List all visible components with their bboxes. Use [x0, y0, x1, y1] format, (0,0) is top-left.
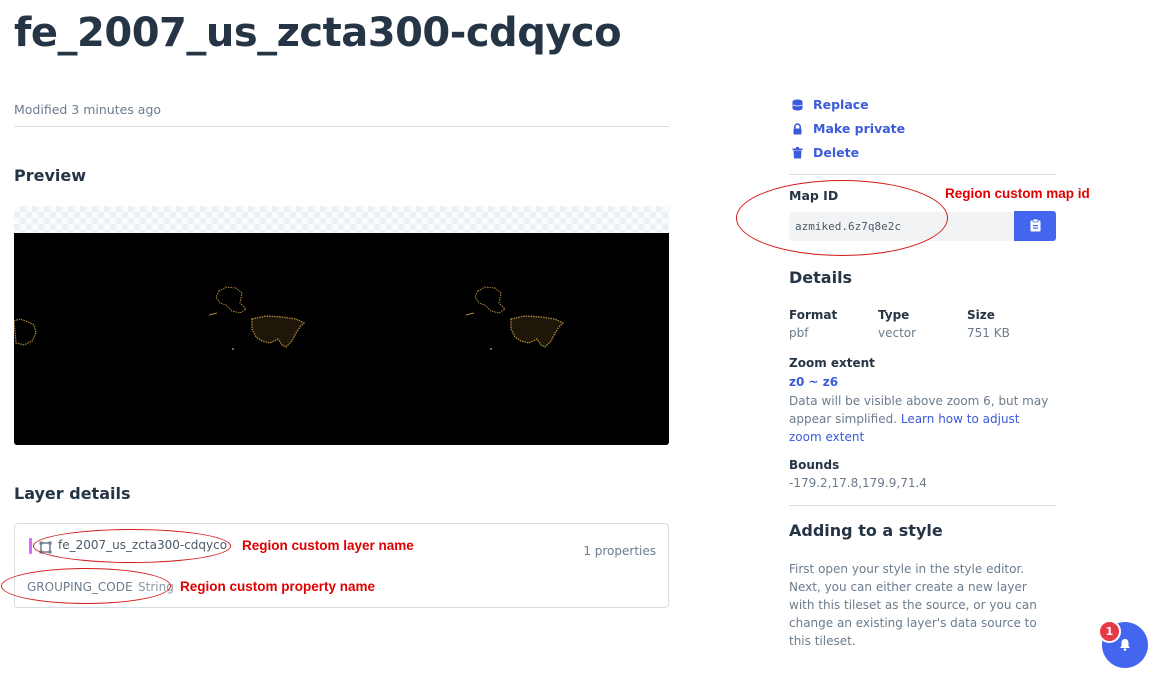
map-preview-graphic	[14, 286, 565, 350]
zoom-extent-value: z0 ~ z6	[789, 375, 839, 389]
adding-to-style-heading: Adding to a style	[789, 521, 943, 540]
page-title: fe_2007_us_zcta300-cdqyco	[14, 10, 622, 56]
divider	[789, 174, 1056, 175]
polygon-layer-icon	[39, 539, 52, 554]
adding-to-style-text: First open your style in the style edito…	[789, 562, 1037, 648]
delete-label: Delete	[813, 145, 860, 160]
trash-icon	[792, 146, 803, 159]
modified-timestamp: Modified 3 minutes ago	[14, 102, 162, 117]
annotation-map-id: Region custom map id	[945, 186, 1090, 201]
make-private-label: Make private	[813, 121, 906, 136]
layer-details-card: fe_2007_us_zcta300-cdqyco 1 properties G…	[14, 523, 669, 608]
layer-details-heading: Layer details	[14, 484, 131, 503]
replace-button[interactable]: Replace	[792, 97, 869, 112]
copy-map-id-button[interactable]	[1014, 211, 1056, 241]
type-value: vector	[878, 326, 917, 340]
layer-name[interactable]: fe_2007_us_zcta300-cdqyco	[58, 538, 227, 552]
map-preview[interactable]	[14, 233, 669, 445]
layer-color-swatch	[29, 538, 32, 554]
divider	[14, 126, 669, 127]
map-id-field[interactable]	[789, 212, 1014, 241]
format-label: Format	[789, 308, 838, 322]
lock-icon	[792, 122, 803, 135]
preview-transparency-strip	[14, 206, 669, 233]
properties-count: 1 properties	[583, 544, 656, 558]
size-value: 751 KB	[967, 326, 1010, 340]
preview-heading: Preview	[14, 166, 87, 185]
format-value: pbf	[789, 326, 809, 340]
property-type: String	[138, 580, 174, 594]
notification-count-badge: 1	[1098, 620, 1121, 643]
bounds-value: -179.2,17.8,179.9,71.4	[789, 476, 927, 490]
annotation-layer-name: Region custom layer name	[242, 538, 414, 553]
property-name: GROUPING_CODE	[27, 580, 133, 594]
zoom-extent-label: Zoom extent	[789, 356, 875, 370]
make-private-button[interactable]: Make private	[792, 121, 905, 136]
bounds-label: Bounds	[789, 458, 840, 472]
delete-button[interactable]: Delete	[792, 145, 859, 160]
replace-label: Replace	[813, 97, 869, 112]
database-icon	[792, 99, 803, 111]
annotation-property-name: Region custom property name	[180, 579, 376, 594]
zoom-extent-note: Data will be visible above zoom 6, but m…	[789, 392, 1051, 446]
size-label: Size	[967, 308, 995, 322]
details-heading: Details	[789, 268, 853, 287]
clipboard-icon	[1030, 217, 1041, 236]
map-id-label: Map ID	[789, 188, 839, 203]
type-label: Type	[878, 308, 910, 322]
bell-icon	[1119, 636, 1131, 655]
divider	[789, 505, 1056, 506]
